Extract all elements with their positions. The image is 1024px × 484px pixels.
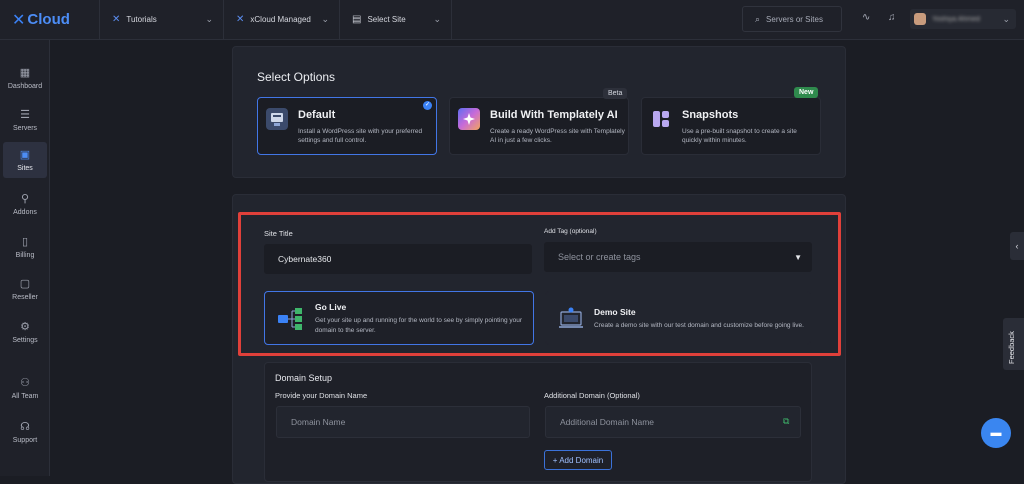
global-search[interactable]: ⌕ Servers or Sites — [742, 6, 842, 32]
tag-placeholder: Select or create tags — [558, 252, 641, 262]
sidebar-item-label: All Team — [11, 393, 39, 400]
settings-icon: ⚙ — [20, 321, 30, 333]
brand-name: Cloud — [27, 11, 70, 28]
sidebar-item-label: Servers — [12, 125, 38, 132]
tag-label: Add Tag (optional) — [544, 228, 597, 235]
wordpress-install-icon — [266, 108, 288, 130]
support-icon: ☊ — [20, 421, 30, 433]
sidebar-item-label: Support — [12, 437, 38, 444]
activity-icon[interactable]: ∿ — [862, 12, 870, 23]
domain-input[interactable]: Domain Name — [276, 406, 530, 438]
site-label: Select Site — [367, 15, 406, 24]
tag-select[interactable]: Select or create tags ▼ — [544, 242, 812, 272]
go-live-option[interactable]: Go Live Get your site up and running for… — [264, 291, 534, 345]
tutorials-label: Tutorials — [126, 15, 157, 24]
sidebar-item-sites[interactable]: ▣ Sites — [3, 142, 47, 178]
option-description: Use a pre-built snapshot to create a sit… — [682, 128, 797, 144]
feedback-tab[interactable]: Feedback — [1003, 318, 1024, 370]
go-live-description: Get your site up and running for the wor… — [315, 317, 523, 334]
sidebar-item-settings[interactable]: ⚙ Settings — [3, 314, 47, 350]
feedback-label: Feedback — [1007, 331, 1016, 364]
sidebar-item-label: Sites — [17, 165, 33, 172]
provider-label: xCloud Managed — [250, 15, 311, 24]
provider-icon: ✕ — [236, 14, 245, 25]
chevron-down-icon: ⌄ — [1002, 13, 1010, 24]
option-title: Build With Templately AI — [490, 109, 618, 121]
templately-ai-icon — [458, 108, 480, 130]
sites-icon: ▣ — [19, 149, 31, 161]
site-title-input[interactable]: Cybernate360 — [264, 244, 532, 274]
sidebar-item-label: Dashboard — [7, 83, 43, 90]
user-name: Yoshiya Ahmed — [932, 15, 980, 23]
sidebar-item-support[interactable]: ☊ Support — [3, 414, 47, 450]
domain-placeholder: Domain Name — [291, 417, 346, 427]
provider-dropdown[interactable]: ✕ xCloud Managed ⌄ — [224, 0, 340, 40]
demo-site-icon — [559, 307, 583, 328]
sidebar-item-reseller[interactable]: ▢ Reseller — [3, 271, 47, 307]
option-title: Snapshots — [682, 109, 739, 121]
reseller-icon: ▢ — [19, 278, 31, 290]
chat-button[interactable]: ▬ — [981, 418, 1011, 448]
billing-icon: ▯ — [21, 236, 29, 248]
search-placeholder: Servers or Sites — [766, 14, 823, 24]
sidebar-item-label: Settings — [12, 337, 38, 344]
additional-domain-placeholder: Additional Domain Name — [560, 417, 655, 427]
chevron-down-icon: ⌄ — [433, 14, 441, 24]
domain-setup-title: Domain Setup — [275, 373, 333, 383]
sidebar-item-addons[interactable]: ⚲ Addons — [3, 186, 47, 222]
tutorials-dropdown[interactable]: ✕ Tutorials ⌄ — [100, 0, 224, 40]
search-icon: ⌕ — [755, 13, 761, 24]
add-domain-button[interactable]: + Add Domain — [544, 450, 612, 470]
team-icon: ⚇ — [20, 377, 30, 389]
site-title-value: Cybernate360 — [278, 254, 332, 264]
option-default[interactable]: Default Install a WordPress site with yo… — [257, 97, 437, 155]
sidebar-item-dashboard[interactable]: ▦ Dashboard — [3, 60, 47, 96]
domain-label: Provide your Domain Name — [275, 391, 368, 400]
external-link-icon[interactable]: ⧉ — [783, 416, 789, 427]
chevron-down-icon: ⌄ — [205, 14, 213, 24]
notification-bell-icon[interactable]: ♫ — [888, 12, 896, 23]
option-snapshots[interactable]: Snapshots Use a pre-built snapshot to cr… — [641, 97, 821, 155]
chevron-left-icon: ‹ — [1015, 241, 1019, 251]
go-live-icon — [278, 308, 302, 330]
brand-logo[interactable]: ✕ Cloud — [0, 0, 100, 40]
check-icon: ✓ — [423, 101, 432, 110]
site-title-label: Site Title — [264, 229, 293, 238]
new-badge: New — [794, 87, 819, 98]
chat-bubble-icon: ▬ — [990, 427, 1002, 439]
sidebar-item-label: Reseller — [12, 294, 38, 301]
sidebar: ▦ Dashboard ☰ Servers ▣ Sites ⚲ Addons ▯… — [0, 40, 50, 476]
sidebar-item-billing[interactable]: ▯ Billing — [3, 229, 47, 265]
collapse-panel-button[interactable]: ‹ — [1010, 232, 1024, 260]
demo-site-title: Demo Site — [594, 307, 636, 317]
option-title: Default — [298, 109, 336, 121]
chevron-down-icon: ⌄ — [321, 14, 329, 24]
caret-down-icon: ▼ — [794, 252, 802, 262]
additional-domain-label: Additional Domain (Optional) — [544, 391, 640, 400]
tutorials-icon: ✕ — [112, 14, 121, 25]
sidebar-item-label: Addons — [13, 209, 37, 216]
avatar — [914, 13, 926, 25]
select-options-title: Select Options — [257, 70, 336, 84]
go-live-title: Go Live — [315, 302, 347, 312]
option-description: Install a WordPress site with your prefe… — [298, 128, 423, 144]
dashboard-icon: ▦ — [19, 67, 31, 79]
demo-site-option[interactable]: Demo Site Create a demo site with our te… — [545, 291, 811, 345]
site-dropdown[interactable]: ▤ Select Site ⌄ — [340, 0, 452, 40]
additional-domain-input[interactable]: Additional Domain Name — [545, 406, 801, 438]
xcloud-logo-icon: ✕ — [12, 10, 26, 29]
option-templately-ai[interactable]: Build With Templately AI Create a ready … — [449, 97, 629, 155]
option-description: Create a ready WordPress site with Templ… — [490, 128, 625, 144]
top-bar: ✕ Cloud ✕ Tutorials ⌄ ✕ xCloud Managed ⌄… — [0, 0, 1024, 40]
addons-icon: ⚲ — [20, 193, 30, 205]
user-menu[interactable]: Yoshiya Ahmed ⌄ — [910, 9, 1016, 29]
servers-icon: ☰ — [20, 109, 30, 121]
beta-badge: Beta — [603, 88, 628, 99]
site-icon: ▤ — [352, 14, 362, 25]
sidebar-item-label: Billing — [15, 252, 35, 259]
sidebar-item-all-team[interactable]: ⚇ All Team — [3, 370, 47, 406]
sidebar-item-servers[interactable]: ☰ Servers — [3, 102, 47, 138]
snapshots-icon — [650, 108, 672, 130]
demo-site-description: Create a demo site with our test domain … — [594, 322, 804, 329]
